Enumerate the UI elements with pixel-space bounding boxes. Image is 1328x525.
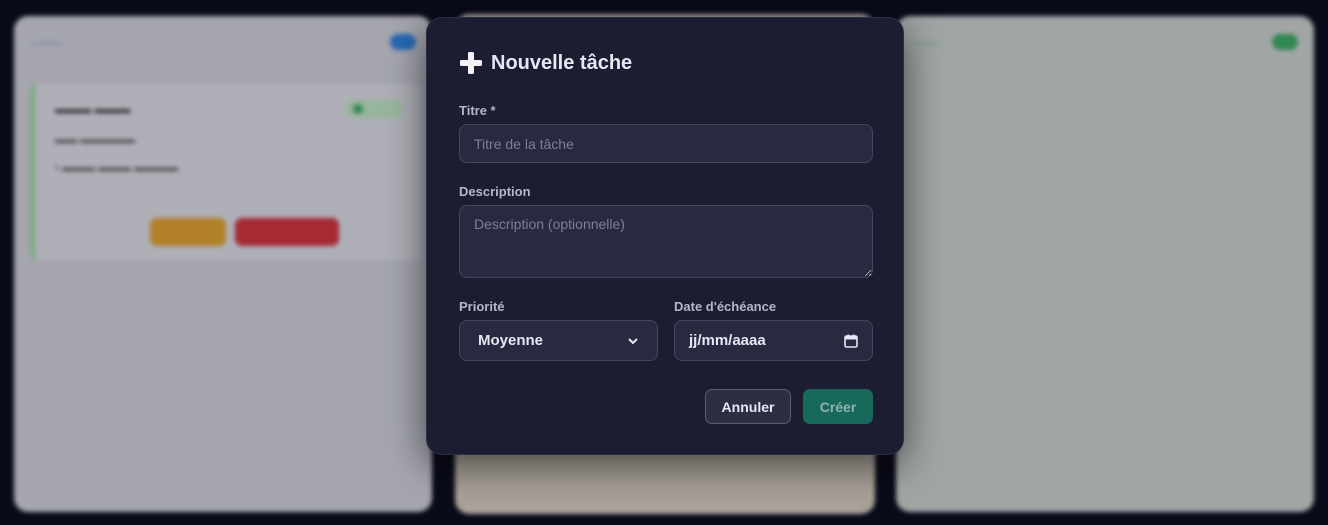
due-date-label: Date d'échéance <box>674 299 777 314</box>
calendar-icon[interactable] <box>844 334 858 348</box>
modal-title-text: Nouvelle tâche <box>491 51 633 74</box>
priority-select[interactable]: Moyenne <box>459 320 658 361</box>
cancel-button[interactable]: Annuler <box>705 389 791 424</box>
due-date-input[interactable]: jj/mm/aaaa <box>674 320 873 361</box>
new-task-modal: Nouvelle tâche Titre * Description Prior… <box>426 17 904 455</box>
priority-label: Priorité <box>459 299 505 314</box>
plus-icon <box>460 52 482 74</box>
due-date-value: jj/mm/aaaa <box>689 332 766 349</box>
description-textarea[interactable] <box>459 205 873 278</box>
title-label: Titre * <box>459 103 496 118</box>
title-input[interactable] <box>459 124 873 163</box>
modal-title: Nouvelle tâche <box>459 51 632 75</box>
create-button[interactable]: Créer <box>803 389 873 424</box>
description-label: Description <box>459 184 531 199</box>
chevron-down-icon <box>628 337 638 344</box>
priority-selected-value: Moyenne <box>478 332 544 349</box>
